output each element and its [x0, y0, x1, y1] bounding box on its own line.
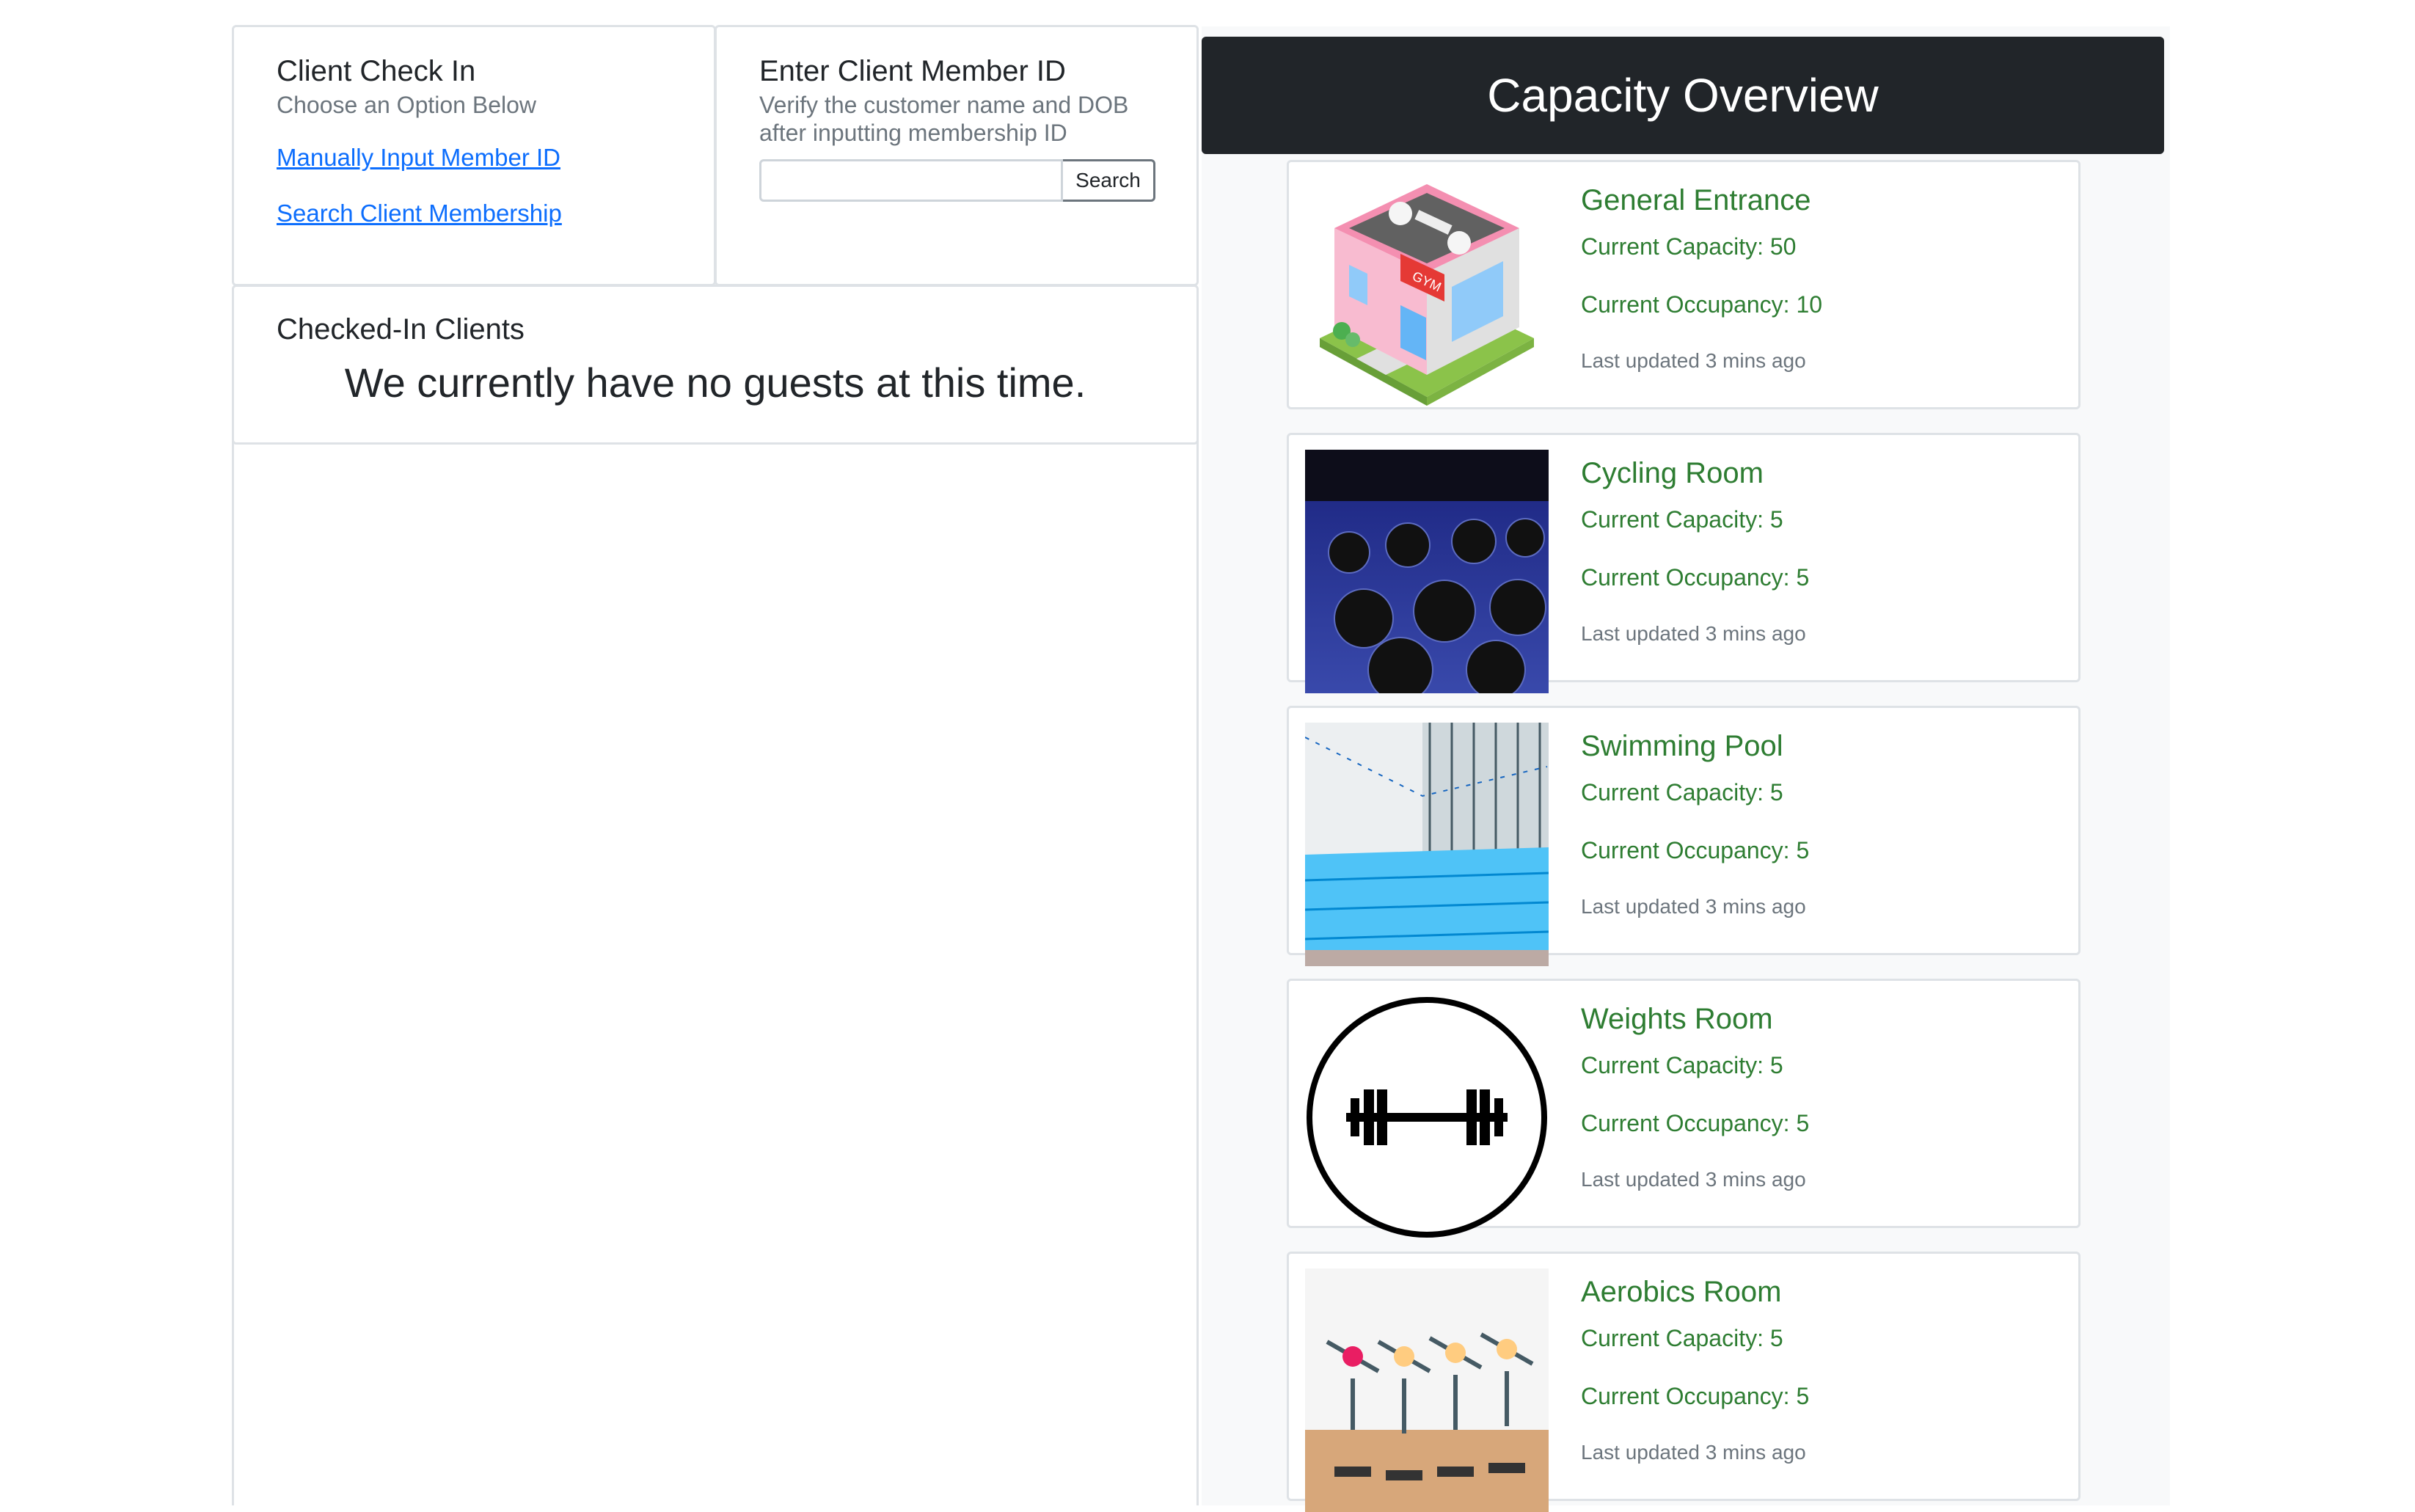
left-column-border-right: [1196, 440, 1199, 1505]
room-last-updated: Last updated 3 mins ago: [1581, 1441, 1806, 1464]
room-last-updated: Last updated 3 mins ago: [1581, 1168, 1806, 1191]
room-last-updated: Last updated 3 mins ago: [1581, 622, 1806, 645]
room-occupancy: Current Occupancy: 5: [1581, 564, 1810, 591]
swimming-pool-photo: [1305, 723, 1549, 966]
member-id-title: Enter Client Member ID: [759, 55, 1066, 87]
aerobics-class-photo: [1305, 1268, 1549, 1512]
search-membership-link[interactable]: Search Client Membership: [277, 200, 562, 227]
room-card-weights-room: Weights Room Current Capacity: 5 Current…: [1287, 979, 2080, 1238]
member-id-card: Enter Client Member ID Verify the custom…: [715, 25, 1199, 286]
room-name: Aerobics Room: [1581, 1276, 1782, 1308]
empty-guests-message: We currently have no guests at this time…: [344, 359, 1086, 406]
room-capacity: Current Capacity: 5: [1581, 779, 1783, 806]
client-check-in-card: Client Check In Choose an Option Below M…: [232, 25, 716, 286]
capacity-overview-header: Capacity Overview: [1202, 37, 2164, 154]
room-occupancy: Current Occupancy: 5: [1581, 1110, 1810, 1136]
search-button[interactable]: Search: [1063, 159, 1155, 202]
room-capacity: Current Capacity: 50: [1581, 233, 1797, 260]
room-capacity: Current Capacity: 5: [1581, 506, 1783, 533]
room-card-general-entrance: GYM General Entrance Current Capacity: 5…: [1287, 160, 2080, 409]
room-capacity: Current Capacity: 5: [1581, 1325, 1783, 1351]
manual-input-link[interactable]: Manually Input Member ID: [277, 144, 562, 172]
room-capacity: Current Capacity: 5: [1581, 1052, 1783, 1078]
room-name: Weights Room: [1581, 1003, 1773, 1035]
room-card-aerobics-room: Aerobics Room Current Capacity: 5 Curren…: [1287, 1252, 2080, 1512]
room-last-updated: Last updated 3 mins ago: [1581, 895, 1806, 918]
member-id-subtitle-2: after inputting membership ID: [759, 120, 1067, 146]
room-name: Cycling Room: [1581, 457, 1764, 489]
checked-in-clients-card: Checked-In Clients We currently have no …: [232, 285, 1199, 445]
checked-in-title: Checked-In Clients: [277, 313, 525, 346]
room-card-swimming-pool: Swimming Pool Current Capacity: 5 Curren…: [1287, 706, 2080, 966]
room-name: General Entrance: [1581, 184, 1811, 216]
barbell-icon: [1305, 996, 1549, 1239]
check-in-title: Client Check In: [277, 55, 476, 87]
room-name: Swimming Pool: [1581, 730, 1783, 762]
gym-building-icon: GYM: [1305, 177, 1549, 420]
room-occupancy: Current Occupancy: 5: [1581, 837, 1810, 863]
room-occupancy: Current Occupancy: 5: [1581, 1383, 1810, 1409]
check-in-subtitle: Choose an Option Below: [277, 92, 536, 118]
member-id-subtitle-1: Verify the customer name and DOB: [759, 92, 1129, 118]
left-column-border-left: [232, 440, 234, 1505]
room-card-cycling-room: Cycling Room Current Capacity: 5 Current…: [1287, 433, 2080, 693]
room-occupancy: Current Occupancy: 10: [1581, 291, 1823, 318]
room-last-updated: Last updated 3 mins ago: [1581, 349, 1806, 372]
member-id-input[interactable]: [759, 159, 1063, 202]
member-search-group: Search: [759, 159, 1155, 202]
cycling-room-photo: [1305, 450, 1549, 693]
